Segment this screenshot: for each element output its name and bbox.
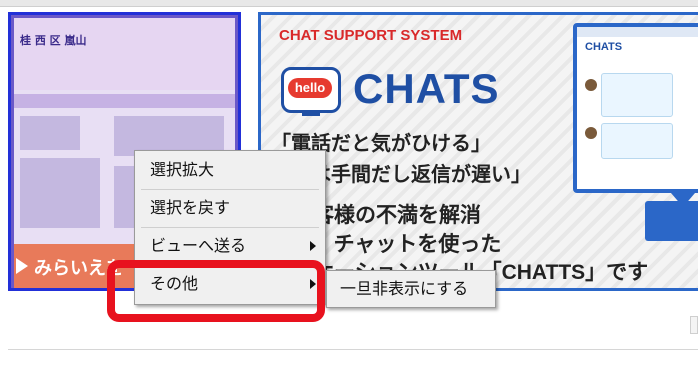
menu-item-send-to-view[interactable]: ビューへ送る: [136, 229, 324, 263]
thumbnail-nav: [14, 94, 235, 108]
menu-item-label: ビューへ送る: [150, 236, 247, 255]
avatar-icon: [585, 127, 597, 139]
play-icon: [16, 258, 28, 274]
menu-item-label: 選択拡大: [150, 160, 215, 179]
scrollbar-handle[interactable]: [690, 316, 698, 334]
thumbnail-block: [20, 158, 100, 228]
submenu-arrow-icon: [310, 241, 316, 251]
hello-monitor-icon: hello: [281, 67, 341, 116]
brand-logo: CHATS: [353, 65, 500, 112]
menu-item-zoom-selection[interactable]: 選択拡大: [136, 153, 324, 187]
chat-bubble: [601, 73, 673, 117]
menu-item-undo-selection[interactable]: 選択を戻す: [136, 191, 324, 225]
window-titlebar: [577, 27, 698, 37]
banner-title: CHAT SUPPORT SYSTEM: [279, 27, 463, 44]
menu-separator: [141, 227, 319, 228]
avatar-icon: [585, 79, 597, 91]
monitor-stand: [302, 110, 320, 116]
submenu: 一旦非表示にする: [326, 270, 496, 308]
menu-item-hide-temporarily[interactable]: 一旦非表示にする: [328, 272, 494, 306]
menu-separator: [141, 189, 319, 190]
hello-label: hello: [288, 78, 332, 98]
thumbnail-header: [14, 18, 235, 90]
laptop-icon: [645, 201, 698, 241]
highlight-annotation: [107, 260, 325, 322]
chat-bubble: [601, 123, 673, 159]
chat-window-screenshot: CHATS: [573, 23, 698, 193]
menu-item-label: 一旦非表示にする: [340, 279, 469, 298]
divider: [8, 349, 698, 350]
mini-window-logo: CHATS: [585, 41, 623, 53]
menu-item-label: 選択を戻す: [150, 198, 231, 217]
thumbnail-logo: 桂 西 区 嵐山: [20, 34, 87, 47]
thumbnail-block: [20, 116, 80, 150]
top-bar: [0, 0, 698, 7]
